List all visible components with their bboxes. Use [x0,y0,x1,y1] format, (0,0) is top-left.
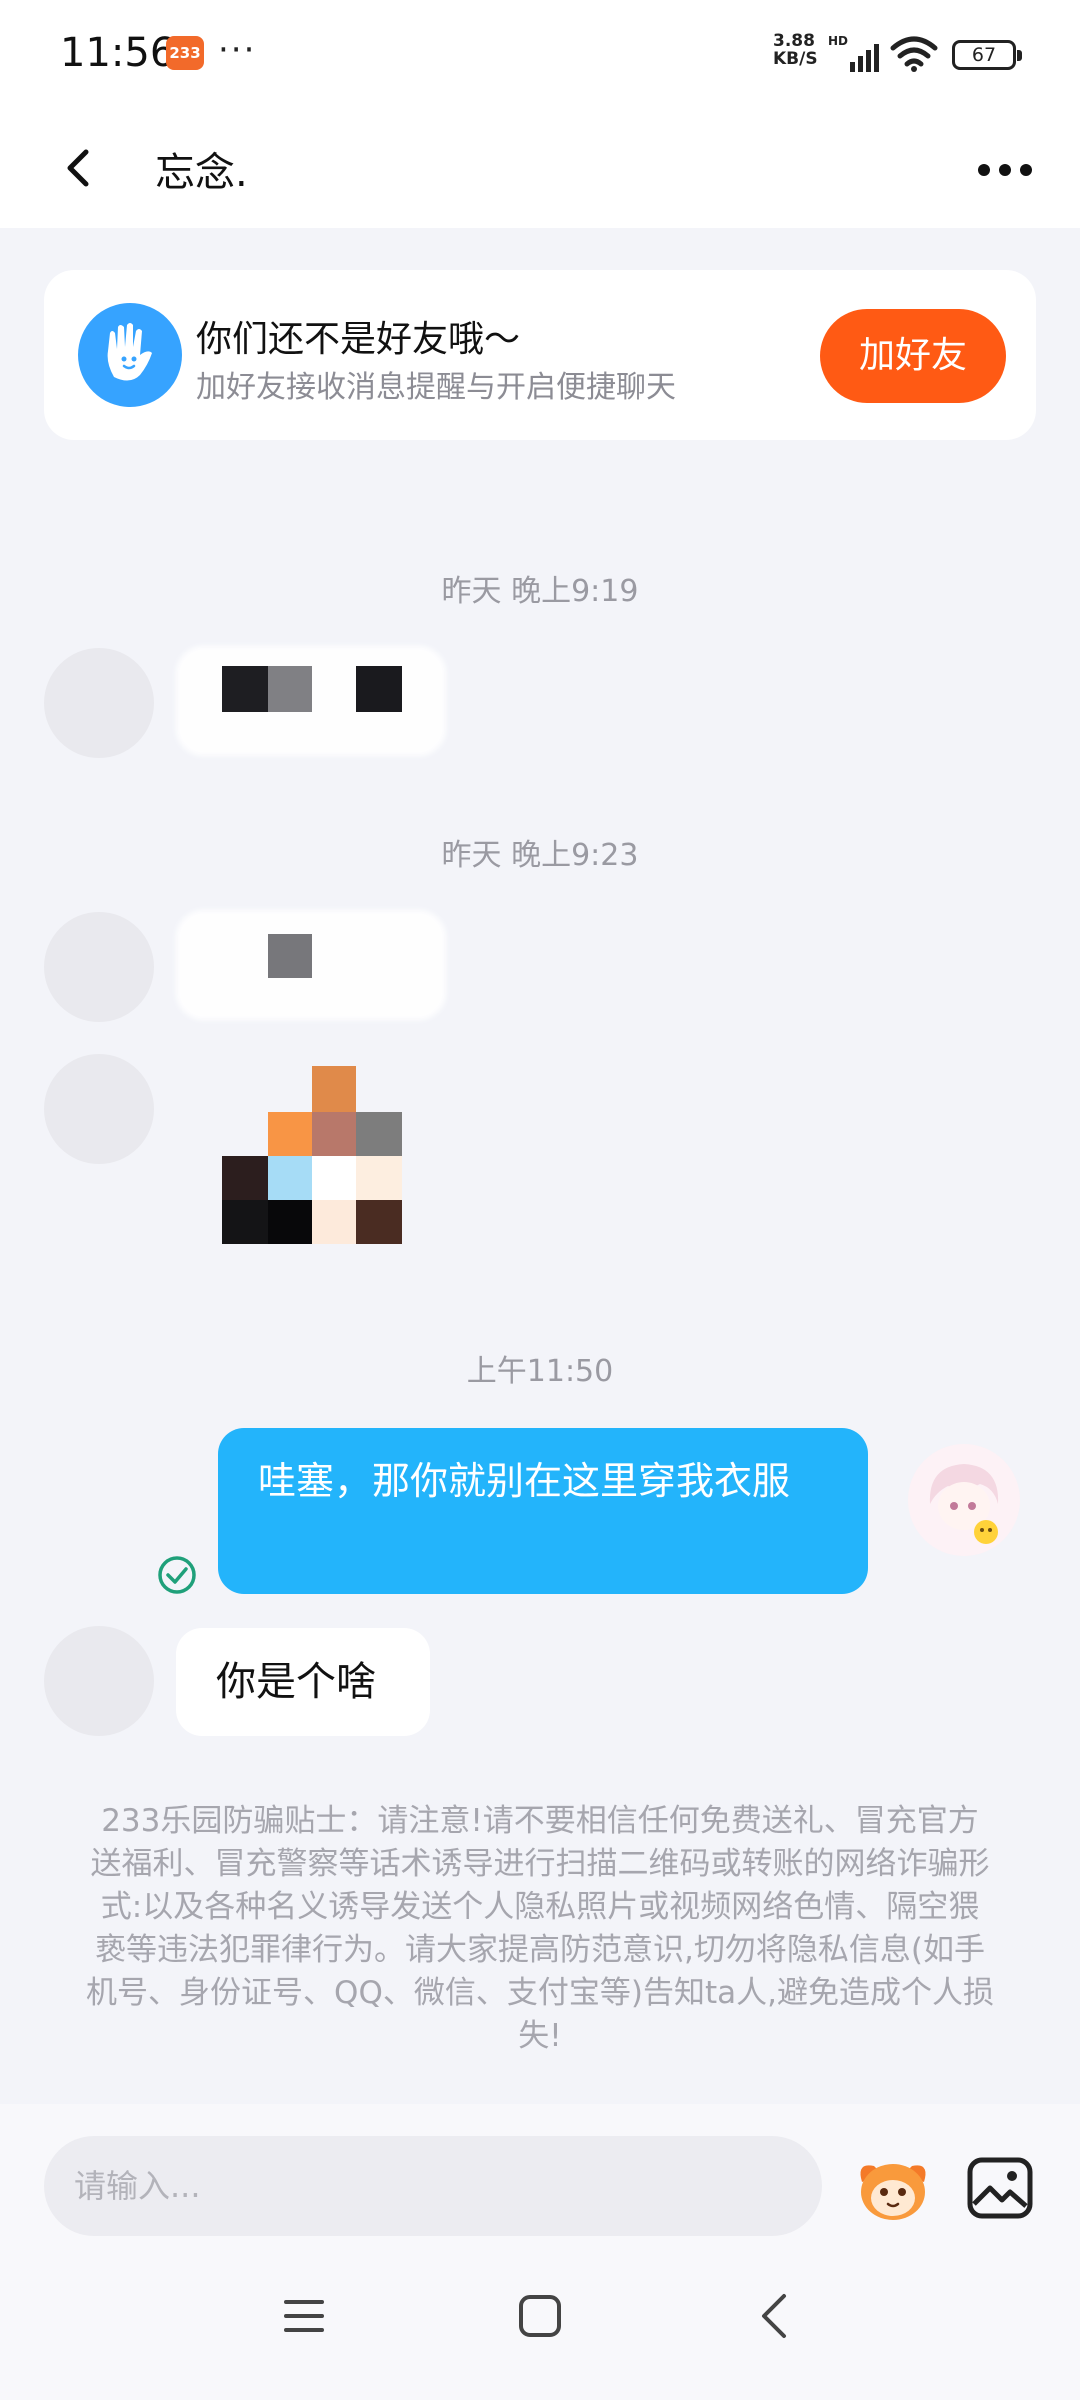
timestamp: 昨天 晚上9:23 [441,838,639,873]
banner-title: 你们还不是好友哦～ [196,319,521,360]
mosaic-pixel [268,666,312,712]
contact-avatar[interactable] [44,1054,154,1164]
incoming-message-bubble[interactable]: 你是个啥 [176,1628,430,1736]
signal-icon [850,44,879,72]
battery-indicator: 67 [952,40,1022,70]
home-icon[interactable] [516,2292,564,2340]
image-icon[interactable] [964,2154,1036,2222]
chat-title: 忘念. [155,150,248,196]
self-avatar[interactable] [908,1444,1020,1556]
menu-icon[interactable] [280,2292,328,2340]
mosaic-pixel [222,666,268,712]
network-speed-unit: KB/S [773,49,818,69]
message-input[interactable] [44,2136,822,2236]
network-speed: 3.88 KB/S [773,32,825,68]
more-icon[interactable] [970,140,1040,200]
anti-fraud-tip: 233乐园防骗贴士：请注意!请不要相信任何免费送礼、冒充官方送福利、冒充警察等话… [86,1803,994,2054]
emoji-icon[interactable] [852,2152,934,2224]
outgoing-message-bubble[interactable]: 哇塞，那你就别在这里穿我衣服 [218,1428,868,1594]
mosaic-pixel [268,934,312,978]
input-bar [0,2104,1080,2248]
add-friend-banner: 你们还不是好友哦～ 加好友接收消息提醒与开启便捷聊天 加好友 [44,270,1036,440]
contact-avatar[interactable] [44,912,154,1022]
more-notifications-icon: ··· [218,30,257,70]
add-friend-button[interactable]: 加好友 [820,309,1006,403]
timestamp: 上午11:50 [466,1354,614,1389]
hand-wave-icon [78,303,182,407]
network-speed-value: 3.88 [773,31,815,51]
back-icon[interactable] [50,128,110,208]
contact-avatar[interactable] [44,648,154,758]
timestamp: 昨天 晚上9:19 [441,574,639,609]
banner-subtitle: 加好友接收消息提醒与开启便捷聊天 [196,370,676,405]
contact-avatar[interactable] [44,1626,154,1736]
read-check-icon [158,1556,196,1594]
system-nav-bar [0,2248,1080,2400]
chat-header: 忘念. [0,110,1080,228]
mosaic-pixel [356,666,402,712]
status-time: 11:56 [60,30,176,76]
nav-back-icon[interactable] [752,2290,800,2342]
app-notification-badge: 233 [166,36,204,70]
status-bar: 11:56 233 ··· 3.88 KB/S HD 67 [0,0,1080,110]
wifi-icon [890,36,938,72]
